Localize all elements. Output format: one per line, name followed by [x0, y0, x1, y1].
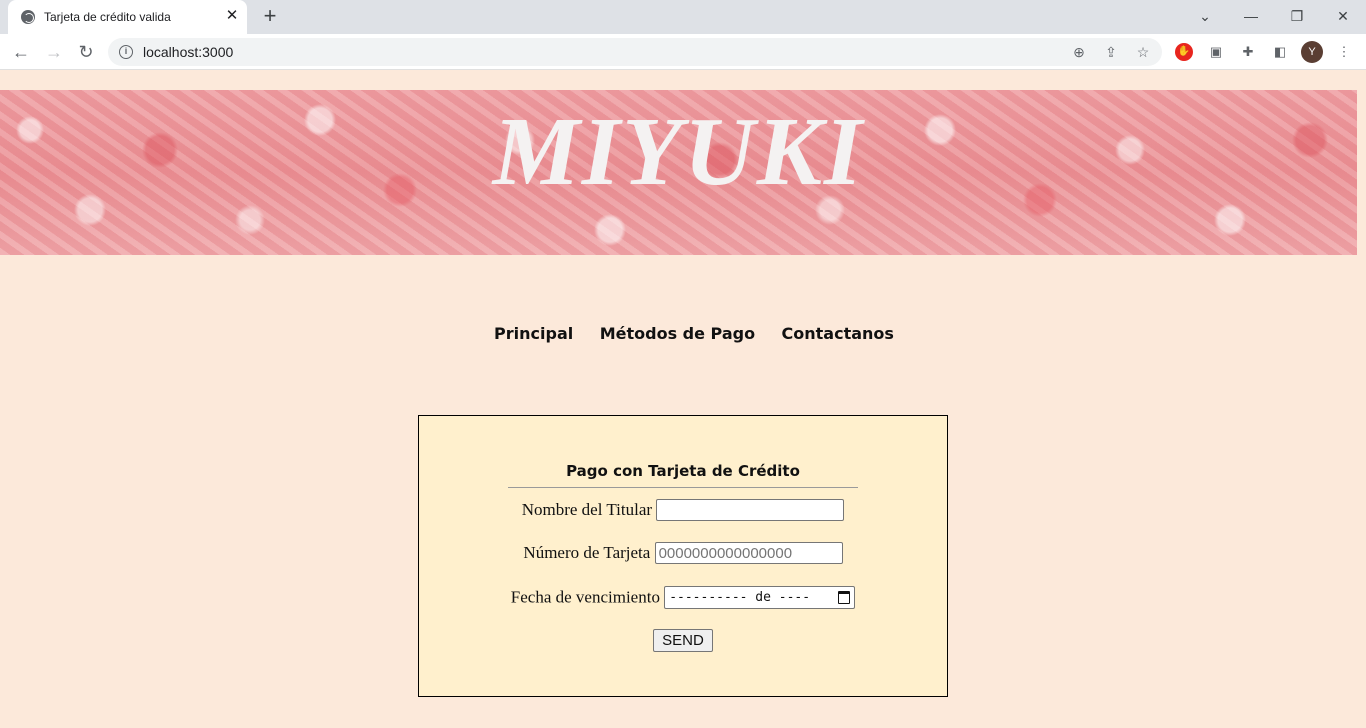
card-number-input[interactable] — [654, 542, 843, 565]
avatar[interactable]: Y — [1301, 41, 1323, 63]
nav-principal[interactable]: Principal — [494, 324, 573, 343]
url-text[interactable]: localhost:3000 — [143, 44, 233, 60]
main-nav: Principal Métodos de Pago Contactanos — [0, 324, 1366, 344]
window-close-icon[interactable]: ✕ — [1328, 4, 1358, 28]
restore-icon[interactable]: ❐ — [1282, 4, 1312, 28]
zoom-icon[interactable]: ⊕ — [1070, 43, 1088, 61]
puzzle-extensions-icon[interactable]: ✚ — [1238, 42, 1258, 62]
tab-title: Tarjeta de crédito valida — [44, 10, 171, 24]
extension-icon[interactable]: ▣ — [1206, 42, 1226, 62]
new-tab-button[interactable]: + — [258, 5, 282, 29]
holder-name-input[interactable] — [656, 499, 845, 522]
share-icon[interactable]: ⇪ — [1102, 43, 1120, 61]
browser-toolbar: ← → ↻ i localhost:3000 ⊕ ⇪ ☆ ✋ ▣ ✚ ◧ Y ⋮ — [0, 34, 1366, 70]
payment-form: Pago con Tarjeta de Crédito Nombre del T… — [418, 415, 948, 697]
site-logo-title: MIYUKI — [492, 98, 865, 206]
bookmark-star-icon[interactable]: ☆ — [1134, 43, 1152, 61]
reload-icon[interactable]: ↻ — [74, 40, 98, 64]
minimize-icon[interactable]: — — [1236, 4, 1266, 28]
expiry-row: Fecha de vencimiento ---------- de ---- — [419, 586, 947, 609]
submit-row: SEND — [419, 629, 947, 652]
side-panel-icon[interactable]: ◧ — [1270, 42, 1290, 62]
forward-icon[interactable]: → — [42, 40, 66, 64]
adblock-extension-icon[interactable]: ✋ — [1175, 43, 1193, 61]
send-button[interactable]: SEND — [653, 629, 713, 652]
nav-metodos-de-pago[interactable]: Métodos de Pago — [600, 324, 755, 343]
card-number-row: Número de Tarjeta — [419, 542, 947, 565]
expiry-date-input[interactable]: ---------- de ---- — [664, 586, 856, 609]
nav-contactanos[interactable]: Contactanos — [782, 324, 894, 343]
divider — [508, 487, 858, 488]
close-tab-icon[interactable]: ✕ — [223, 7, 241, 25]
holder-row: Nombre del Titular — [419, 499, 947, 522]
tab-search-icon[interactable]: ⌄ — [1190, 4, 1220, 28]
header-banner: MIYUKI — [0, 90, 1357, 255]
expiry-date-placeholder: ---------- de ---- — [669, 590, 811, 605]
globe-icon — [21, 10, 35, 24]
expiry-label: Fecha de vencimiento — [510, 587, 660, 607]
site-info-icon[interactable]: i — [119, 45, 133, 59]
tab-strip: Tarjeta de crédito valida ✕ + ⌄ — ❐ ✕ — [0, 0, 1366, 34]
browser-tab[interactable]: Tarjeta de crédito valida ✕ — [8, 0, 247, 34]
card-number-label: Número de Tarjeta — [523, 543, 651, 563]
form-title: Pago con Tarjeta de Crédito — [566, 462, 800, 480]
address-bar[interactable]: i localhost:3000 ⊕ ⇪ ☆ — [108, 38, 1162, 66]
menu-icon[interactable]: ⋮ — [1334, 42, 1354, 62]
calendar-icon[interactable] — [838, 591, 851, 604]
holder-label: Nombre del Titular — [521, 500, 653, 520]
back-icon[interactable]: ← — [9, 40, 33, 64]
